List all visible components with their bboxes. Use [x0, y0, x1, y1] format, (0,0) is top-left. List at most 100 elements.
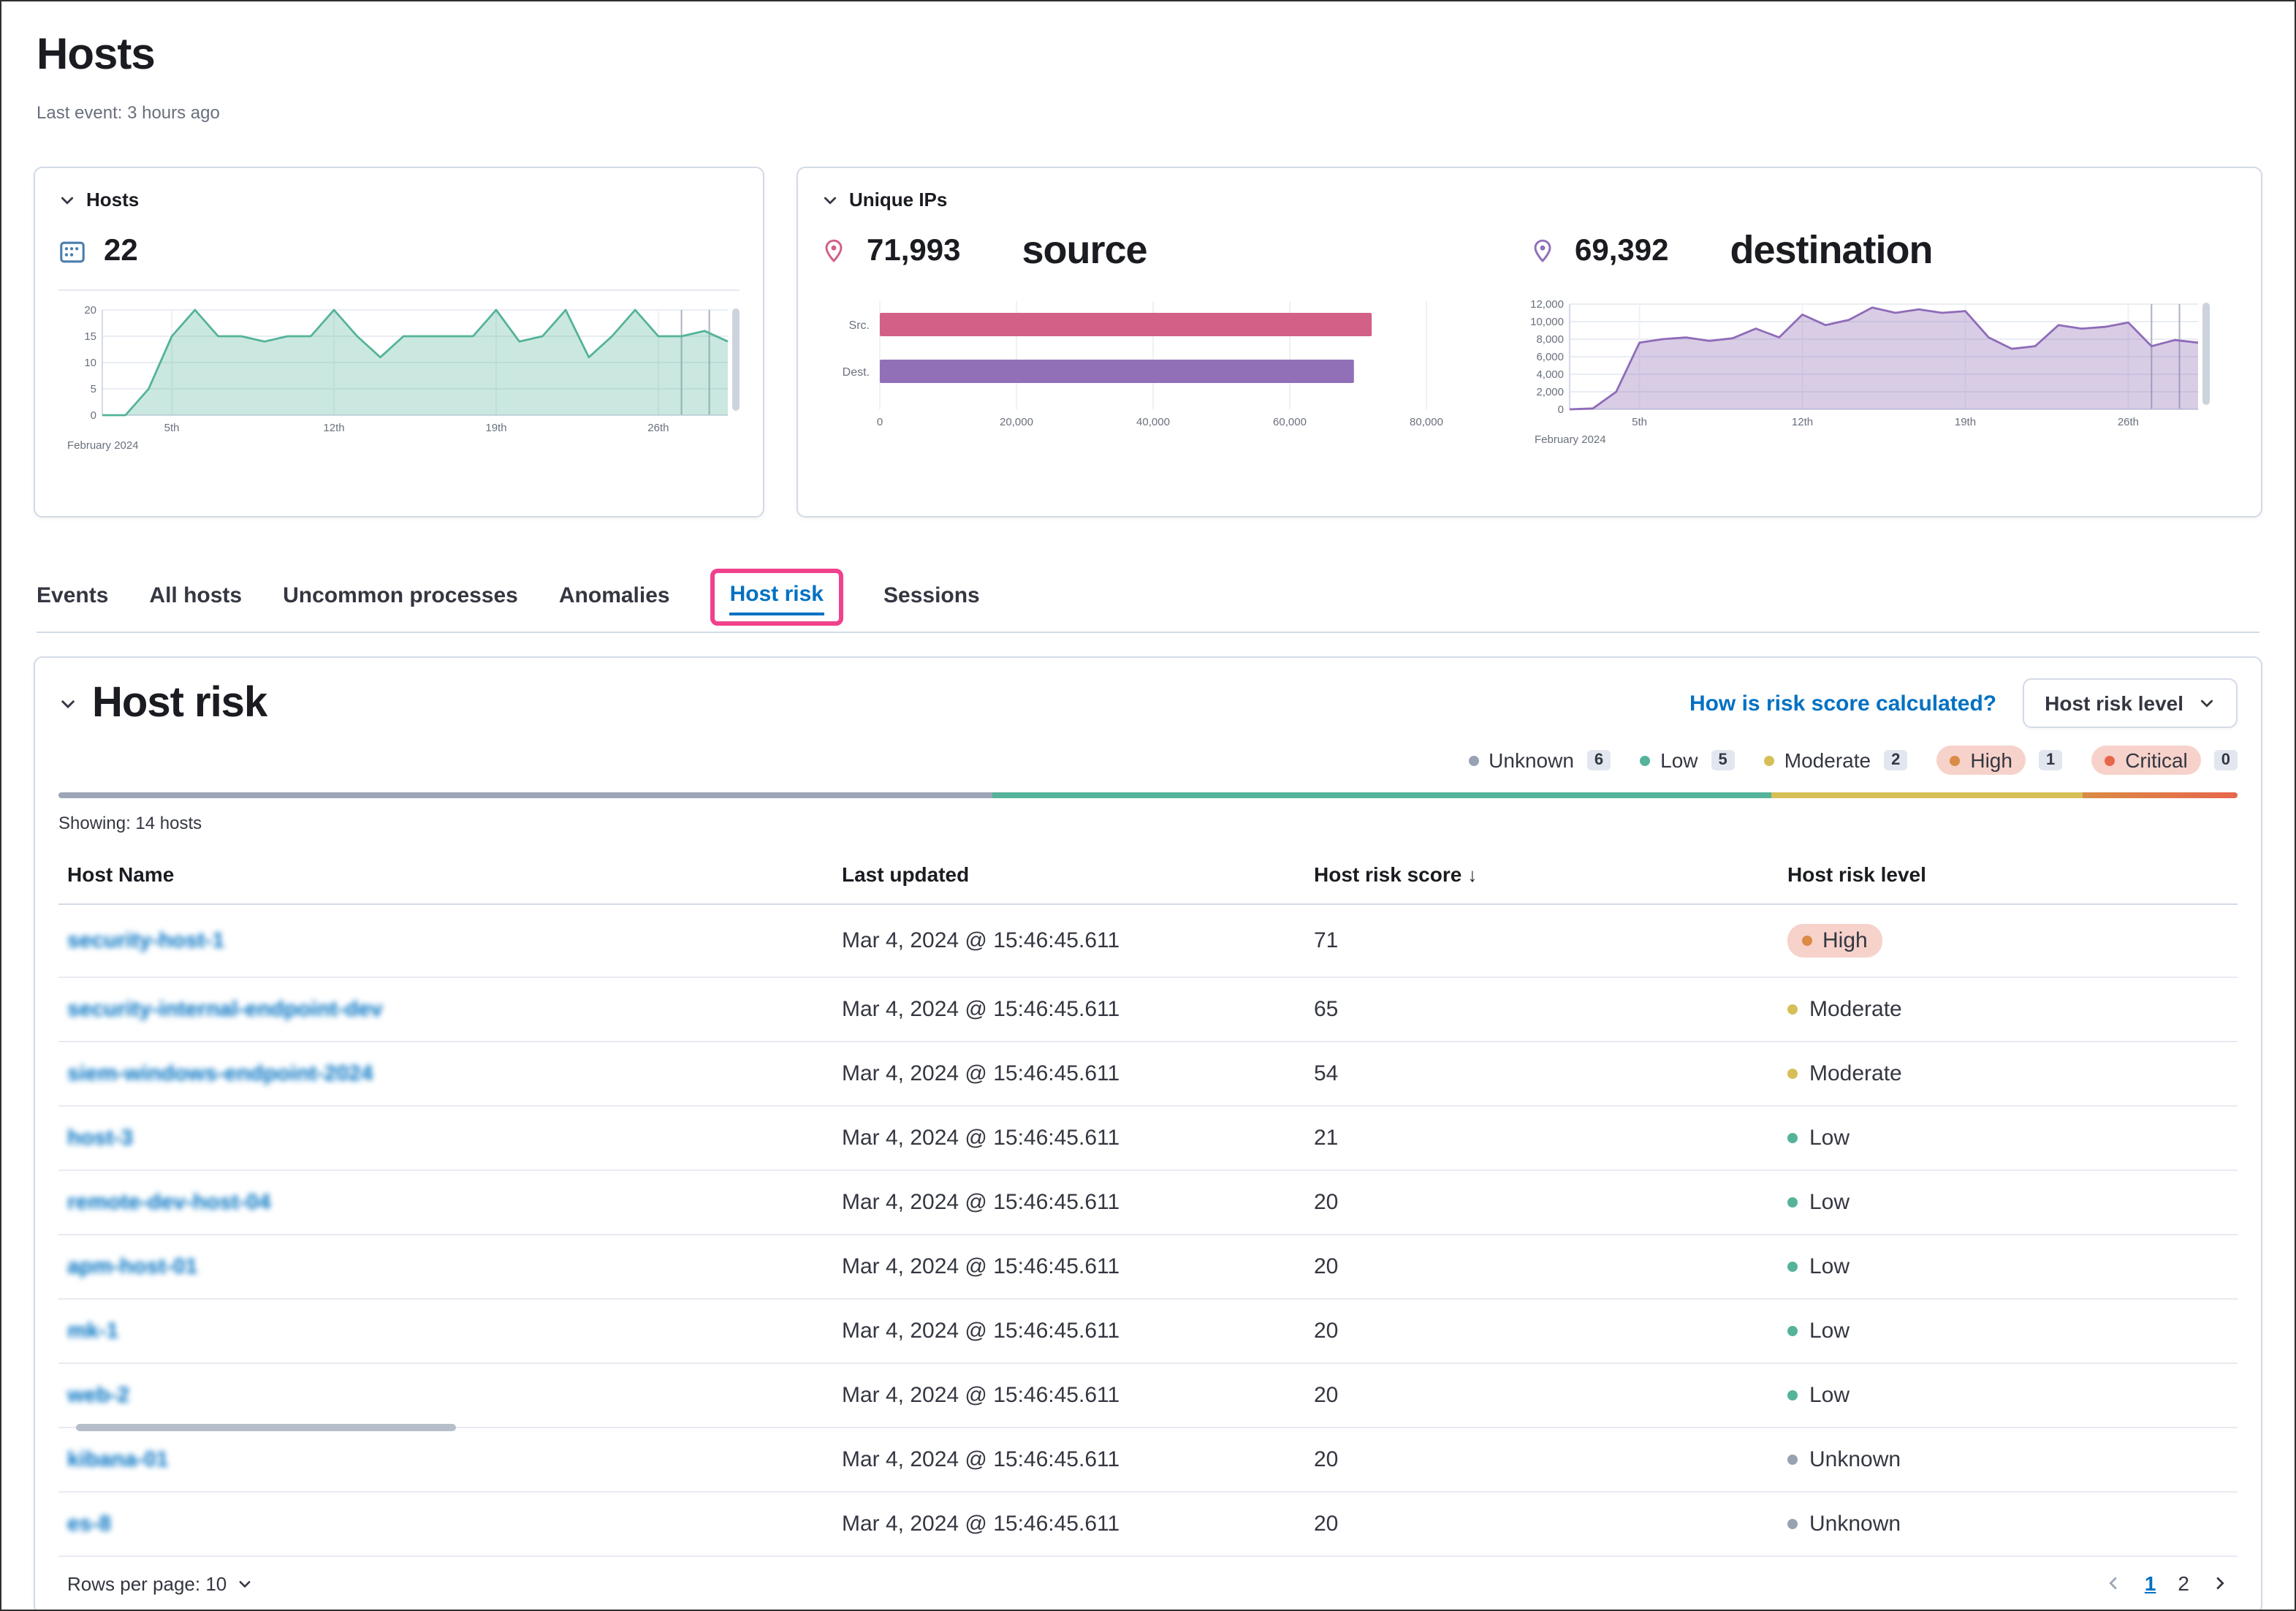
table-row: kibana-01Mar 4, 2024 @ 15:46:45.61120Unk… — [58, 1428, 2238, 1493]
host-risk-level-cell: Low — [1787, 1383, 2229, 1408]
legend-count-badge: 5 — [1711, 750, 1735, 770]
risk-score-calc-link[interactable]: How is risk score calculated? — [1689, 691, 1996, 716]
svg-text:0: 0 — [91, 409, 96, 422]
source-ips-count: 71,993 — [867, 233, 960, 268]
risk-level-text: Low — [1809, 1126, 1850, 1151]
hosts-count: 22 — [104, 234, 138, 269]
table-footer: Rows per page: 10 12 — [58, 1557, 2238, 1611]
svg-text:5th: 5th — [1632, 416, 1647, 428]
risk-bar-segment-high — [2082, 792, 2238, 798]
host-risk-panel: Host risk How is risk score calculated? … — [34, 656, 2262, 1611]
legend-dot — [1468, 755, 1478, 765]
host-name-link[interactable]: siem-windows-endpoint-2024 — [67, 1061, 373, 1086]
horizontal-scrollbar[interactable] — [76, 1424, 456, 1431]
hosts-area-chart: 051015205th12th19th26thFebruary 2024 — [58, 301, 740, 453]
pagination-prev-button[interactable] — [2105, 1574, 2123, 1592]
host-name-link[interactable]: web-2 — [67, 1383, 129, 1408]
pagination-page-1[interactable]: 1 — [2145, 1572, 2156, 1595]
host-name-link[interactable]: security-internal-endpoint-dev — [67, 997, 383, 1022]
host-risk-level-cell: High — [1787, 924, 2229, 958]
risk-level-dot — [1787, 1262, 1798, 1272]
hosts-page: Hosts Last event: 3 hours ago Hosts 22 — [0, 0, 2296, 1611]
column-header-host-risk-score[interactable]: Host risk score↓ — [1314, 863, 1787, 886]
table-body: security-host-1 Mar 4, 2024 @ 15:46:45.61… — [58, 905, 2238, 1557]
risk-bar-segment-unknown — [58, 792, 992, 798]
collapse-host-risk-icon[interactable] — [58, 694, 77, 713]
chevron-down-icon[interactable] — [821, 191, 839, 208]
svg-text:80,000: 80,000 — [1410, 416, 1443, 428]
svg-text:4,000: 4,000 — [1536, 368, 1564, 381]
destination-ips-count: 69,392 — [1575, 233, 1668, 268]
legend-item-critical[interactable]: Critical0 — [2091, 746, 2238, 775]
svg-text:19th: 19th — [485, 422, 506, 434]
risk-level-text: Unknown — [1809, 1447, 1901, 1472]
table-row: es-8Mar 4, 2024 @ 15:46:45.61120Unknown — [58, 1493, 2238, 1557]
svg-text:February 2024: February 2024 — [67, 439, 139, 452]
last-updated-cell: Mar 4, 2024 @ 15:46:45.611 — [842, 1190, 1314, 1215]
unique-ips-panel-title: Unique IPs — [849, 189, 947, 211]
page-title: Hosts — [37, 31, 2259, 80]
legend-item-unknown[interactable]: Unknown6 — [1468, 748, 1611, 772]
legend-item-moderate[interactable]: Moderate 2 — [1764, 748, 1908, 772]
legend-item-low[interactable]: Low5 — [1640, 748, 1735, 772]
risk-level-badge: High — [1787, 924, 1882, 958]
host-risk-level-cell: Low — [1787, 1254, 2229, 1279]
host-risk-level-cell: Low — [1787, 1126, 2229, 1151]
tab-host-risk[interactable]: Host risk — [730, 581, 824, 615]
pagination-page-2[interactable]: 2 — [2178, 1572, 2189, 1595]
risk-level-dot — [1787, 1326, 1798, 1336]
pagination: 12 — [2105, 1572, 2229, 1595]
risk-level-dot — [1787, 1133, 1798, 1143]
legend-pill: Critical — [2091, 746, 2201, 775]
table-row: mk-1Mar 4, 2024 @ 15:46:45.61120Low — [58, 1300, 2238, 1364]
last-updated-cell: Mar 4, 2024 @ 15:46:45.611 — [842, 997, 1314, 1022]
hosts-metric-icon — [58, 238, 86, 265]
svg-text:0: 0 — [1558, 403, 1564, 416]
host-name-link[interactable]: es-8 — [67, 1512, 111, 1536]
svg-text:20,000: 20,000 — [1000, 416, 1033, 428]
hosts-tabs: Events All hosts Uncommon processes Anomali… — [37, 561, 2259, 633]
tab-anomalies[interactable]: Anomalies — [559, 583, 670, 610]
tab-events[interactable]: Events — [37, 583, 108, 610]
unique-ips-area-chart: 02,0004,0006,0008,00010,00012,0005th12th… — [1508, 295, 2210, 447]
svg-text:40,000: 40,000 — [1136, 416, 1170, 428]
chevron-down-icon[interactable] — [58, 191, 76, 208]
column-header-host-risk-level[interactable]: Host risk level — [1787, 863, 2229, 886]
tab-all-hosts[interactable]: All hosts — [149, 583, 242, 610]
risk-level-text: Low — [1809, 1254, 1850, 1279]
host-name-link[interactable]: security-host-1 — [67, 928, 224, 953]
legend-pill: High — [1936, 746, 2026, 775]
pagination-next-button[interactable] — [2211, 1574, 2229, 1592]
svg-text:February 2024: February 2024 — [1535, 433, 1606, 446]
svg-text:Dest.: Dest. — [843, 366, 870, 379]
last-updated-cell: Mar 4, 2024 @ 15:46:45.611 — [842, 1254, 1314, 1279]
legend-item-high[interactable]: High1 — [1936, 746, 2062, 775]
host-name-link[interactable]: host-3 — [67, 1126, 133, 1151]
host-name-link[interactable]: remote-dev-host-04 — [67, 1190, 270, 1215]
column-header-last-updated[interactable]: Last updated — [842, 863, 1314, 886]
column-header-host-name[interactable]: Host Name — [67, 863, 842, 886]
filter-button-label: Host risk level — [2045, 691, 2183, 715]
legend-count-badge: 2 — [1884, 750, 1907, 770]
unique-ips-panel: Unique IPs 71,993 source 69,392 destinat… — [797, 167, 2262, 518]
risk-level-dot — [1802, 936, 1812, 946]
host-risk-level-cell: Low — [1787, 1319, 2229, 1343]
host-name-link[interactable]: kibana-01 — [67, 1447, 168, 1472]
chart-scrollbar[interactable] — [732, 308, 740, 411]
host-risk-score-cell: 20 — [1314, 1383, 1787, 1408]
risk-level-text: Unknown — [1809, 1512, 1901, 1536]
rows-per-page-button[interactable]: Rows per page: 10 — [67, 1572, 253, 1594]
svg-text:20: 20 — [84, 304, 96, 316]
last-event-text: Last event: 3 hours ago — [37, 102, 2259, 123]
host-name-link[interactable]: mk-1 — [67, 1319, 118, 1343]
tab-sessions[interactable]: Sessions — [883, 583, 980, 610]
chart-scrollbar[interactable] — [2202, 303, 2210, 405]
host-name-link[interactable]: apm-host-01 — [67, 1254, 197, 1279]
destination-pin-icon — [1529, 238, 1554, 263]
svg-text:60,000: 60,000 — [1273, 416, 1307, 428]
legend-label: Moderate — [1784, 748, 1871, 772]
risk-level-dot — [1787, 1455, 1798, 1465]
tab-uncommon-processes[interactable]: Uncommon processes — [283, 583, 518, 610]
host-risk-level-filter-button[interactable]: Host risk level — [2023, 678, 2238, 728]
host-risk-score-cell: 21 — [1314, 1126, 1787, 1151]
